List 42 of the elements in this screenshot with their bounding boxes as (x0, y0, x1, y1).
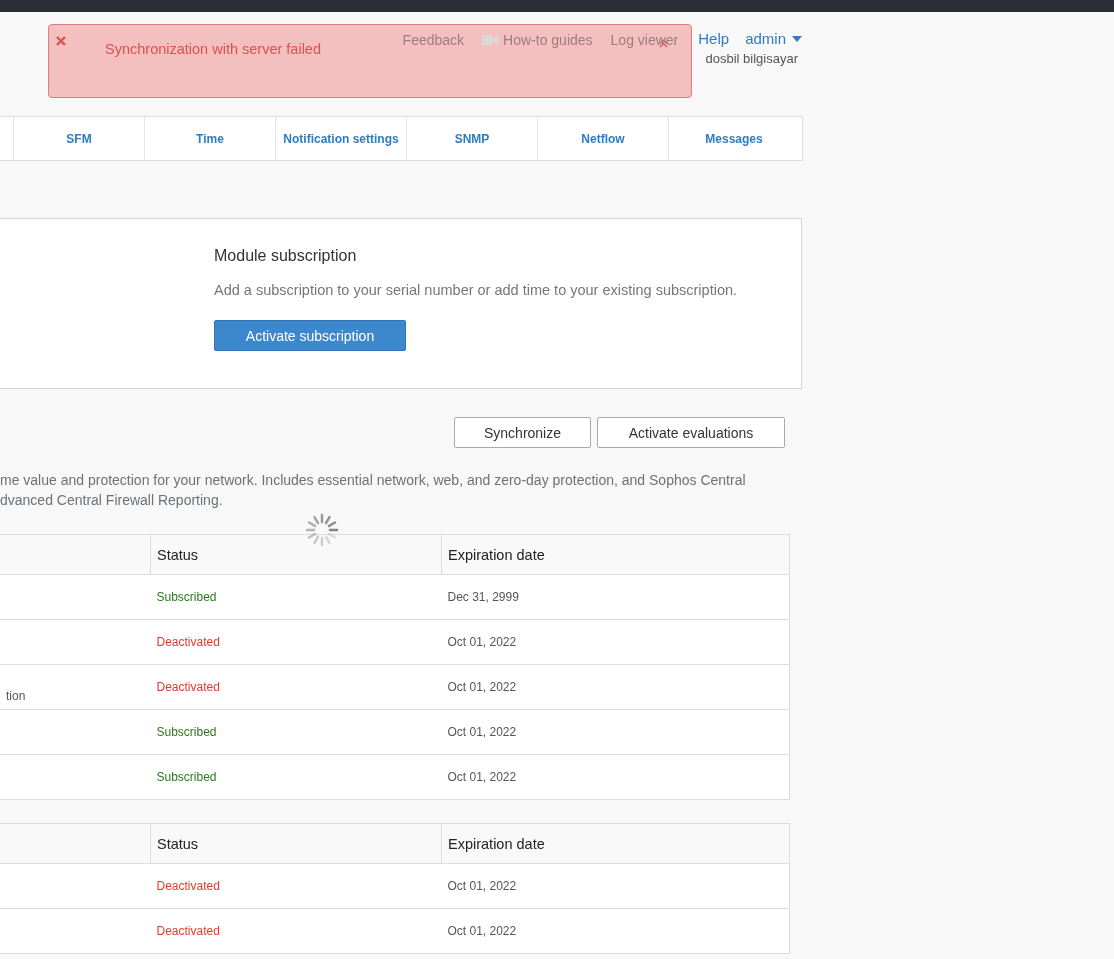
tab[interactable]: SFM (13, 117, 144, 160)
table-cell: Oct 01, 2022 (441, 863, 790, 909)
column-header: Expiration date (441, 823, 790, 864)
table-cell: tion (0, 664, 151, 710)
loading-spinner-icon (304, 512, 340, 548)
table-cell: Oct 01, 2022 (441, 619, 790, 665)
card-title: Module subscription (214, 247, 358, 265)
close-icon[interactable] (56, 36, 66, 46)
status-cell: Subscribed (150, 754, 442, 800)
column-header: Status (150, 823, 442, 864)
status-cell: Deactivated (150, 908, 442, 954)
header-link[interactable]: How-to guides (482, 31, 593, 48)
column-header: Expiration date (441, 534, 790, 575)
tab[interactable]: Messages (668, 117, 799, 160)
action-button[interactable]: Synchronize (454, 417, 591, 448)
help-link[interactable]: Help (698, 30, 730, 47)
status-cell: Subscribed (150, 709, 442, 755)
tab[interactable]: Netflow (537, 117, 668, 160)
alert-message: Synchronization with server failed (105, 41, 321, 57)
caret-icon (792, 35, 802, 42)
table-cell: Oct 01, 2022 (441, 754, 790, 800)
card-text: Add a subscription to your serial number or add time to your existing subscription. (214, 282, 739, 298)
header-link[interactable]: Log viewer (610, 31, 679, 48)
table-cell: Oct 01, 2022 (441, 664, 790, 710)
table-cell: Dec 31, 2999 (441, 574, 790, 620)
tab[interactable]: SNMP (406, 117, 537, 160)
user-menu[interactable]: admin (745, 30, 802, 47)
status-cell: Deactivated (150, 619, 442, 665)
status-cell: Subscribed (150, 574, 442, 620)
activate-subscription-button[interactable]: Activate subscription (214, 320, 406, 351)
device-name: dosbil bilgisayar (705, 51, 799, 66)
tab[interactable]: Time (144, 117, 275, 160)
table-cell: Oct 01, 2022 (441, 908, 790, 954)
tab[interactable]: Notification settings (275, 117, 406, 160)
video-camera-icon (482, 33, 499, 46)
table-cell: Oct 01, 2022 (441, 709, 790, 755)
description-text: me value and protection for your network. Includes essential network, web, and zero-day protection, and Sophos Central dvanced Central Firewall Reporting. (0, 471, 747, 510)
status-cell: Deactivated (150, 664, 442, 710)
column-header: Status (150, 534, 442, 575)
status-cell: Deactivated (150, 863, 442, 909)
action-button[interactable]: Activate evaluations (597, 417, 785, 448)
header-link[interactable]: Feedback (402, 31, 465, 48)
